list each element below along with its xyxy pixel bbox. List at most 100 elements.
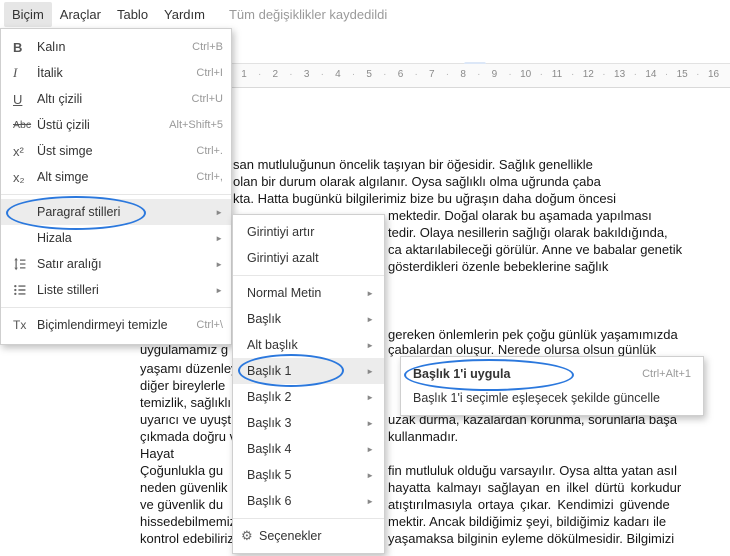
submenu-arrow-icon: ► (366, 340, 374, 350)
menu-item-label: Hizala (37, 231, 72, 245)
doc-text-fragment: gösterdikleri özenle bebeklerine sağlık (388, 259, 609, 274)
ruler-number: 4 (335, 69, 341, 80)
ruler-number: 3 (303, 69, 310, 80)
submenu-item-heading-5[interactable]: Başlık 5 ► (233, 462, 384, 488)
menu-table[interactable]: Tablo (109, 2, 156, 27)
menu-tools[interactable]: Araçlar (52, 2, 109, 27)
menu-help[interactable]: Yardım (156, 2, 213, 27)
ruler-tick-dot: · (602, 69, 606, 80)
menu-format[interactable]: Biçim (4, 1, 52, 27)
ruler-number: 6 (397, 69, 404, 80)
submenu-item-label: Alt başlık (247, 338, 298, 352)
ruler-number: 8 (460, 69, 466, 80)
menu-separator (233, 518, 384, 519)
ruler-tick-dot: · (414, 69, 418, 80)
submenu-item-decrease-indent[interactable]: Girintiyi azalt (233, 245, 384, 271)
menu-shortcut: Ctrl+U (191, 93, 223, 105)
ruler-tick-dot: · (257, 69, 262, 80)
paragraph-styles-submenu: Girintiyi artır Girintiyi azalt Normal M… (232, 214, 385, 554)
menu-item-label: Altı çizili (37, 92, 83, 106)
doc-text-fragment: kullanmadır. (388, 429, 459, 444)
submenu-arrow-icon: ► (366, 444, 374, 454)
menu-item-label: İtalik (37, 66, 63, 80)
submenu-item-options[interactable]: ⚙ Seçenekler (233, 523, 384, 549)
menu-item-label: Üstü çizili (37, 118, 90, 132)
submenu-item-label: Başlık 2 (247, 390, 292, 404)
submenu-item-label: Başlık 4 (247, 442, 292, 456)
doc-text-fragment: diğer bireylerle (140, 378, 226, 393)
doc-text-fragment: yaşamı düzenley (140, 361, 238, 376)
menu-item-paragraph-styles[interactable]: Paragraf stilleri ► (1, 199, 231, 225)
menu-item-line-spacing[interactable]: Satır aralığı ► (1, 251, 231, 277)
doc-text-fragment: çıkmada doğru v (140, 429, 237, 444)
submenu-item-label: Başlık 1 (247, 364, 292, 378)
doc-text-fragment: hissedebilmemiz (140, 514, 237, 529)
menu-item-label: Kalın (37, 40, 66, 54)
menu-item-superscript[interactable]: x² Üst simge Ctrl+. (1, 138, 231, 164)
ruler-tick-dot: · (383, 69, 387, 80)
menu-item-label: Liste stilleri (37, 283, 99, 297)
ruler-tick-dot: · (664, 69, 669, 80)
ruler-number: 1 (241, 69, 247, 80)
doc-text-fragment: uyarıcı ve uyuşt (140, 412, 232, 427)
ruler-tick-dot: · (633, 69, 637, 80)
ruler-tick-dot: · (508, 69, 512, 80)
submenu-item-heading-3[interactable]: Başlık 3 ► (233, 410, 384, 436)
menu-item-align[interactable]: Hizala ► (1, 225, 231, 251)
doc-text-fragment: kta. Hatta bugünkü bilgilerimiz bize bu … (233, 191, 617, 206)
submenu-item-label: Başlık (247, 312, 282, 326)
doc-text-fragment: Hayat (140, 446, 174, 461)
doc-text-fragment: atıştırılmasıyla ortaya çıkar. Kendimizi… (388, 497, 670, 512)
submenu-item-heading-1[interactable]: Başlık 1 ► (233, 358, 384, 384)
submenu-arrow-icon: ► (215, 285, 223, 295)
ruler-number: 15 (676, 69, 688, 80)
popup-item-label: Başlık 1'i uygula (413, 367, 511, 381)
doc-text-fragment: neden güvenlik (140, 480, 228, 495)
doc-text-fragment: gereken önlemlerin pek çoğu günlük yaşam… (388, 327, 678, 342)
submenu-item-heading-2[interactable]: Başlık 2 ► (233, 384, 384, 410)
menu-item-italic[interactable]: I İtalik Ctrl+I (1, 60, 231, 86)
ruler-number: 13 (614, 69, 626, 80)
submenu-item-heading-4[interactable]: Başlık 4 ► (233, 436, 384, 462)
menu-item-underline[interactable]: U Altı çizili Ctrl+U (1, 86, 231, 112)
doc-text-fragment: ve güvenlik du (140, 497, 224, 512)
doc-text-fragment: Çoğunlukla gu (140, 463, 224, 478)
submenu-arrow-icon: ► (215, 259, 223, 269)
menu-item-bold[interactable]: B Kalın Ctrl+B (1, 34, 231, 60)
submenu-item-title[interactable]: Başlık ► (233, 306, 384, 332)
submenu-arrow-icon: ► (366, 366, 374, 376)
submenu-item-heading-6[interactable]: Başlık 6 ► (233, 488, 384, 514)
doc-text-fragment: hayatta kalmayı sağlayan en ilkel dürtü … (388, 480, 682, 495)
submenu-item-increase-indent[interactable]: Girintiyi artır (233, 219, 384, 245)
menu-item-label: Paragraf stilleri (37, 205, 121, 219)
menu-separator (1, 194, 231, 195)
ruler-tick-dot: · (351, 69, 356, 80)
submenu-item-label: Başlık 6 (247, 494, 292, 508)
submenu-item-label: Girintiyi azalt (247, 251, 319, 265)
menu-item-list-styles[interactable]: Liste stilleri ► (1, 277, 231, 303)
doc-text-fragment: ca aktarılabileceği görülür. Anne ve bab… (388, 242, 683, 257)
italic-icon: I (13, 65, 18, 80)
heading1-popup: Başlık 1'i uygula Ctrl+Alt+1 Başlık 1'i … (400, 356, 704, 416)
menu-item-label: Satır aralığı (37, 257, 102, 271)
ruler-number: 7 (429, 69, 435, 80)
doc-text-fragment: yaşamaksa bilginin eyleme dökülmesidir. … (388, 531, 675, 546)
ruler-number: 2 (272, 69, 279, 80)
ruler-tick-dot: · (320, 69, 324, 80)
clear-formatting-icon: Tx (13, 318, 27, 332)
menu-item-subscript[interactable]: x₂ Alt simge Ctrl+, (1, 164, 231, 190)
popup-item-apply-heading-1[interactable]: Başlık 1'i uygula Ctrl+Alt+1 (401, 362, 703, 386)
menu-item-strikethrough[interactable]: Abc Üstü çizili Alt+Shift+5 (1, 112, 231, 138)
menu-item-clear-formatting[interactable]: Tx Biçimlendirmeyi temizle Ctrl+\ (1, 312, 231, 338)
menu-shortcut: Alt+Shift+5 (169, 119, 223, 131)
ruler-number: 16 (707, 69, 720, 80)
submenu-item-subtitle[interactable]: Alt başlık ► (233, 332, 384, 358)
doc-text-fragment: san mutluluğunun öncelik taşıyan bir öğe… (233, 157, 593, 172)
doc-text-fragment: olan bir durum olarak algılanır. Oysa sa… (233, 174, 601, 189)
submenu-item-label: Seçenekler (259, 529, 322, 543)
menu-shortcut: Ctrl+I (196, 67, 223, 79)
popup-item-update-heading-1[interactable]: Başlık 1'i seçimle eşleşecek şekilde gün… (401, 386, 703, 410)
submenu-item-normal-text[interactable]: Normal Metin ► (233, 280, 384, 306)
submenu-arrow-icon: ► (366, 496, 374, 506)
submenu-arrow-icon: ► (366, 470, 374, 480)
